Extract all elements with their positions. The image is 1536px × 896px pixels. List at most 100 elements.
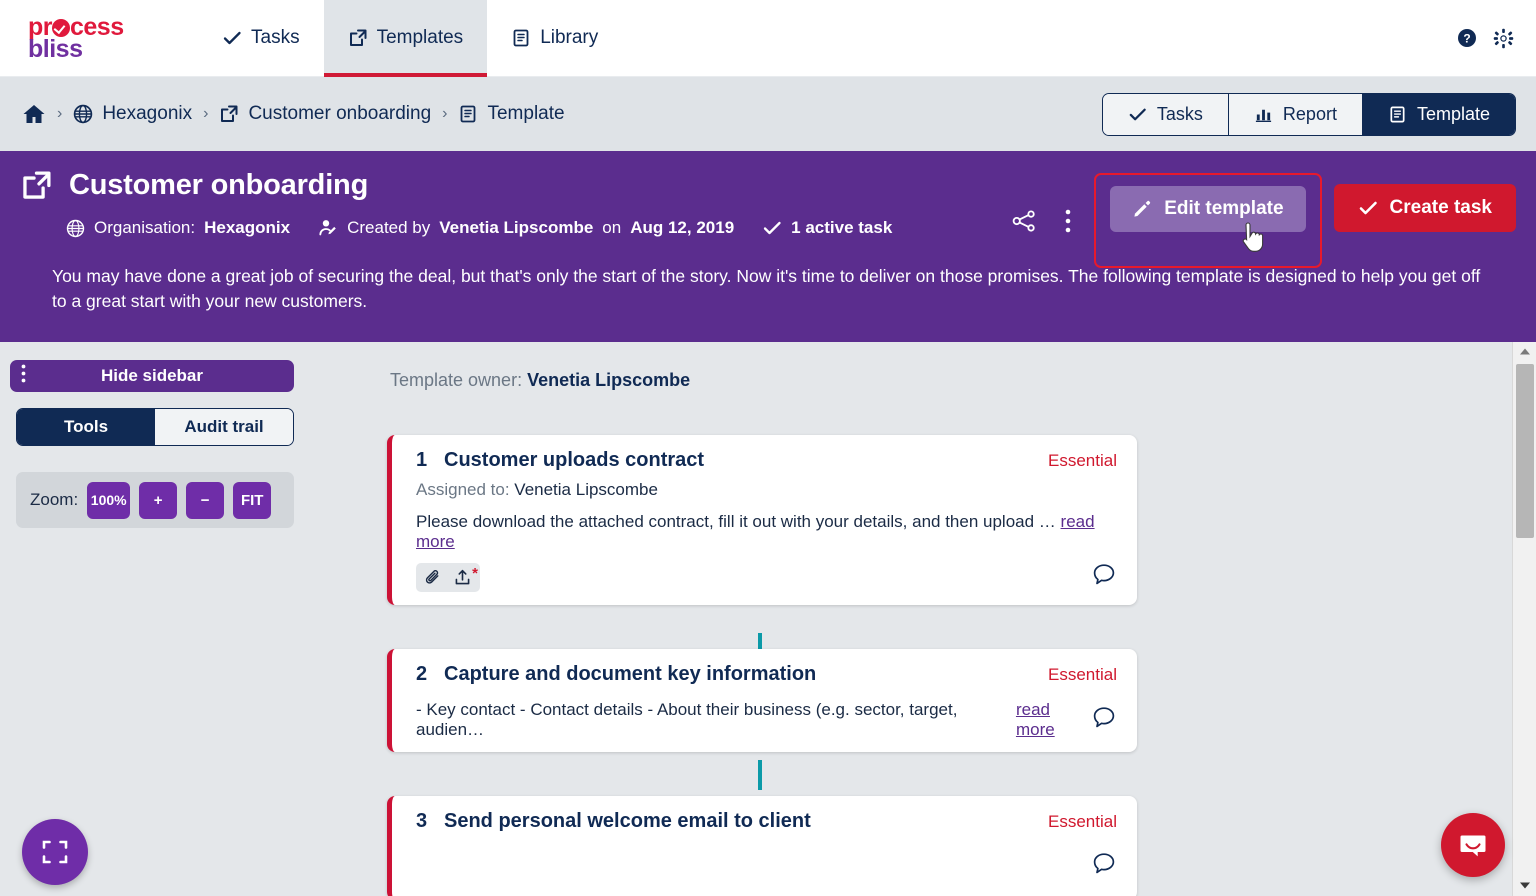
- scrollbar-thumb[interactable]: [1516, 364, 1534, 538]
- create-task-button[interactable]: Create task: [1333, 184, 1516, 232]
- zoom-fit-button[interactable]: FIT: [233, 481, 272, 519]
- edit-template-button[interactable]: Edit template: [1110, 186, 1306, 232]
- zoom-out-button[interactable]: −: [186, 481, 225, 519]
- pencil-icon: [1132, 199, 1152, 219]
- breadcrumb-separator-2: ›: [203, 105, 209, 122]
- breadcrumb-item-hexagonix[interactable]: Hexagonix: [73, 103, 192, 125]
- comment-icon[interactable]: [1091, 705, 1117, 736]
- check-icon: [762, 218, 782, 238]
- mouse-cursor-pointer: [1242, 221, 1268, 253]
- template-header: Customer onboarding Organisation: Hexago…: [0, 151, 1536, 342]
- breadcrumb-bar: › Hexagonix › Customer onboarding › Temp…: [0, 77, 1536, 151]
- comment-icon[interactable]: [1091, 562, 1117, 593]
- task-card-footer: [416, 851, 1117, 882]
- home-icon[interactable]: [22, 103, 46, 125]
- nav-tab-library[interactable]: Library: [487, 0, 622, 77]
- share-icon: [1011, 208, 1037, 234]
- more-options-button[interactable]: [1046, 199, 1090, 243]
- nav-tab-library-label: Library: [540, 27, 599, 48]
- active-task-count: 1 active task: [791, 218, 893, 237]
- chevron-down-icon: [1519, 877, 1531, 895]
- task-flow: 1 Customer uploads contract Essential As…: [310, 435, 1506, 896]
- created-date: Aug 12, 2019: [630, 218, 735, 237]
- author-icon: [318, 218, 338, 238]
- sidebar-tab-audit-trail-label: Audit trail: [184, 417, 264, 436]
- task-card-assignee: Assigned to: Venetia Lipscombe: [416, 480, 1117, 500]
- breadcrumb-item-customer-onboarding-label: Customer onboarding: [248, 103, 432, 124]
- view-tab-tasks[interactable]: Tasks: [1102, 93, 1229, 135]
- template-owner-name: Venetia Lipscombe: [527, 370, 691, 390]
- breadcrumb: › Hexagonix › Customer onboarding › Temp…: [22, 103, 565, 125]
- task-card-description: Please download the attached contract, f…: [416, 512, 1117, 552]
- view-tab-report-label: Report: [1282, 103, 1337, 124]
- create-task-label: Create task: [1389, 197, 1492, 218]
- document-icon: [458, 104, 478, 124]
- view-tab-report[interactable]: Report: [1228, 93, 1363, 135]
- scroll-down-button[interactable]: [1513, 876, 1536, 896]
- nav-tab-templates-label: Templates: [376, 27, 464, 48]
- messenger-icon: [1456, 828, 1490, 862]
- task-card-title: Send personal welcome email to client: [444, 810, 811, 832]
- share-button[interactable]: [1002, 199, 1046, 243]
- check-icon: [222, 28, 242, 48]
- edit-template-highlight: Edit template: [1094, 173, 1322, 268]
- view-tab-template-label: Template: [1416, 103, 1490, 124]
- organisation-name: Hexagonix: [204, 218, 291, 237]
- assigned-to-name: Venetia Lipscombe: [514, 480, 658, 499]
- more-vertical-icon: [1065, 208, 1071, 234]
- breadcrumb-item-template[interactable]: Template: [458, 103, 565, 125]
- globe-icon: [73, 104, 93, 124]
- top-navigation: pr cess bliss Tasks Templates Library ?: [0, 0, 1536, 77]
- template-icon: [20, 169, 53, 202]
- fullscreen-icon: [40, 837, 70, 867]
- task-card-number: 3: [416, 810, 428, 832]
- breadcrumb-separator-1: ›: [57, 105, 63, 122]
- sidebar-tab-tools[interactable]: Tools: [17, 409, 155, 445]
- gear-icon[interactable]: [1493, 28, 1514, 49]
- nav-tab-tasks[interactable]: Tasks: [198, 0, 324, 77]
- task-card-number: 2: [416, 663, 428, 685]
- help-circle-icon[interactable]: ?: [1457, 28, 1477, 48]
- logo-check-ring-icon: [52, 18, 70, 37]
- app-logo[interactable]: pr cess bliss: [28, 14, 148, 62]
- scroll-up-button[interactable]: [1513, 342, 1536, 362]
- task-card-footer: *: [416, 562, 1117, 593]
- template-canvas: Template owner: Venetia Lipscombe 1 Cust…: [310, 342, 1506, 896]
- zoom-controls: Zoom: 100% + − FIT: [16, 472, 294, 528]
- document-icon: [511, 28, 531, 48]
- svg-text:?: ?: [1463, 32, 1470, 46]
- task-card-flag: Essential: [1048, 812, 1117, 831]
- task-card[interactable]: 2 Capture and document key information E…: [387, 649, 1137, 752]
- task-card-header: 1 Customer uploads contract Essential: [416, 449, 1117, 472]
- read-more-link[interactable]: read more: [1016, 700, 1091, 740]
- template-icon: [219, 104, 239, 124]
- page-title: Customer onboarding: [69, 169, 369, 201]
- flow-connector: [758, 760, 762, 790]
- task-card[interactable]: 3 Send personal welcome email to client …: [387, 796, 1137, 896]
- nav-tab-templates[interactable]: Templates: [323, 0, 488, 77]
- sidebar-tab-audit-trail[interactable]: Audit trail: [155, 409, 293, 445]
- view-tab-template[interactable]: Template: [1362, 93, 1515, 135]
- task-card-header: 2 Capture and document key information E…: [416, 663, 1117, 686]
- zoom-level-button[interactable]: 100%: [87, 481, 131, 519]
- view-tabs: Tasks Report Template: [1101, 92, 1516, 136]
- app-root: pr cess bliss Tasks Templates Library ? …: [0, 0, 1536, 896]
- document-icon: [1388, 105, 1407, 124]
- created-by-name: Venetia Lipscombe: [439, 218, 594, 237]
- task-card-title: Capture and document key information: [444, 663, 817, 685]
- template-owner: Template owner: Venetia Lipscombe: [390, 370, 1506, 391]
- task-card-attachments[interactable]: *: [416, 563, 480, 592]
- paperclip-icon[interactable]: [424, 568, 443, 587]
- zoom-in-button[interactable]: +: [139, 481, 178, 519]
- upload-required-icon[interactable]: *: [453, 565, 478, 587]
- vertical-scrollbar[interactable]: [1512, 342, 1536, 896]
- fullscreen-button[interactable]: [22, 819, 88, 885]
- task-card[interactable]: 1 Customer uploads contract Essential As…: [387, 435, 1137, 605]
- breadcrumb-item-customer-onboarding[interactable]: Customer onboarding: [219, 103, 431, 125]
- hide-sidebar-label: Hide sidebar: [100, 366, 204, 385]
- comment-icon[interactable]: [1091, 851, 1117, 882]
- hide-sidebar-button[interactable]: Hide sidebar: [10, 360, 294, 392]
- intercom-launcher-button[interactable]: [1441, 813, 1505, 877]
- task-card-title: Customer uploads contract: [444, 449, 705, 471]
- drag-dots-icon: [21, 364, 26, 389]
